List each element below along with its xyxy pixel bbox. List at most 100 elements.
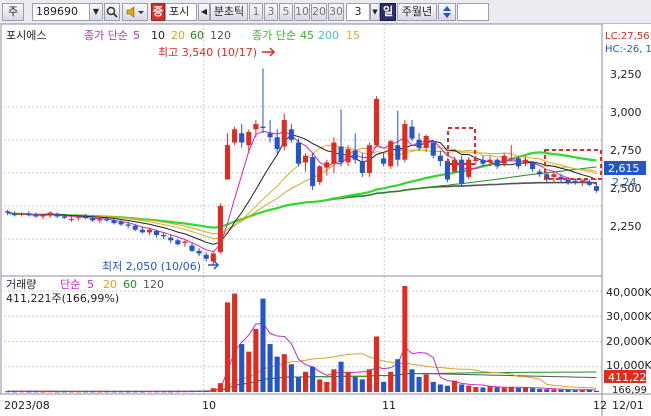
volume-bar bbox=[451, 380, 458, 392]
period-button-3[interactable]: 3 bbox=[264, 3, 278, 21]
candle-body bbox=[381, 158, 387, 164]
ma2-legend-label: 종가 단순 bbox=[252, 29, 296, 42]
interval-select[interactable]: 3 bbox=[346, 3, 370, 21]
search-icon bbox=[106, 6, 118, 18]
volume-bar bbox=[508, 386, 514, 392]
candle-body bbox=[494, 159, 500, 167]
prev-button[interactable]: ◀ bbox=[198, 3, 210, 21]
candle-body bbox=[189, 245, 195, 251]
candle-body bbox=[175, 240, 181, 245]
period-label-3: 3 bbox=[267, 5, 275, 18]
code-dropdown-button[interactable]: ▼ bbox=[89, 3, 103, 21]
volume-bar bbox=[19, 391, 25, 393]
candle-body bbox=[324, 162, 330, 168]
volume-ma-120: 120 bbox=[143, 278, 164, 291]
ma2-period-200: 200 bbox=[318, 29, 339, 42]
lc-label: LC:27,56 bbox=[605, 31, 650, 42]
candle-body bbox=[104, 219, 110, 221]
volume-bar bbox=[558, 389, 564, 392]
candle-body bbox=[33, 215, 39, 217]
candle-body bbox=[537, 171, 543, 175]
volume-bar bbox=[47, 391, 53, 393]
margin-flag-label: 증 bbox=[152, 5, 164, 18]
hc-label: HC:-26, 1 bbox=[605, 44, 651, 55]
stock-name-legend: 포시에스 bbox=[6, 29, 46, 42]
volume-bar bbox=[473, 386, 479, 392]
volume-bar bbox=[168, 391, 174, 393]
updown-button[interactable] bbox=[438, 3, 456, 21]
volume-bar bbox=[210, 388, 216, 392]
ma-legend-label: 종가 단순 bbox=[84, 29, 128, 42]
vol-tick-30000: 30,000K bbox=[606, 310, 651, 323]
volume-bar bbox=[565, 389, 571, 392]
volume-bar bbox=[373, 336, 380, 392]
volume-bar bbox=[267, 344, 273, 392]
candle-body bbox=[466, 159, 472, 177]
volume-bar bbox=[246, 351, 252, 392]
low-annotation: 최저 2,050 (10/06) bbox=[102, 260, 201, 273]
period-button-5[interactable]: 5 bbox=[279, 3, 293, 21]
candle-body bbox=[210, 253, 216, 262]
daily-label: 일 bbox=[382, 5, 394, 18]
stock-code-value: 189690 bbox=[36, 5, 78, 18]
period-unit-button[interactable]: 분초틱 bbox=[210, 3, 248, 21]
high-annotation: 최고 3,540 (10/17) bbox=[158, 46, 257, 59]
ma-period-5: 5 bbox=[133, 29, 140, 42]
volume-bar bbox=[68, 391, 74, 393]
volume-bar bbox=[593, 390, 600, 392]
volume-bar bbox=[139, 391, 145, 393]
sound-button[interactable] bbox=[122, 3, 148, 21]
candle-body bbox=[352, 150, 358, 160]
search-button[interactable] bbox=[104, 3, 120, 21]
period-label-1: 1 bbox=[252, 5, 260, 18]
candle-body bbox=[111, 220, 117, 224]
volume-bar bbox=[12, 391, 18, 393]
extra-input[interactable] bbox=[457, 3, 489, 21]
market-select[interactable]: 주 bbox=[2, 3, 24, 21]
candle-body bbox=[146, 229, 153, 233]
candle-body bbox=[253, 124, 259, 130]
ma-period-60: 60 bbox=[190, 29, 204, 42]
volume-bar bbox=[302, 371, 309, 392]
volume-bar bbox=[338, 361, 344, 392]
week-month-year-button[interactable]: 주월년 bbox=[397, 3, 437, 21]
interval-dropdown-button[interactable]: ▼ bbox=[370, 3, 380, 21]
volume-bar bbox=[352, 376, 358, 392]
volume-bar bbox=[288, 364, 294, 392]
ma2-period-15: 15 bbox=[346, 29, 360, 42]
volume-bar bbox=[40, 391, 46, 393]
candle-body bbox=[508, 158, 514, 160]
period-button-10[interactable]: 10 bbox=[294, 3, 310, 21]
vol-tick-40000: 40,000K bbox=[606, 286, 651, 299]
candle-body bbox=[232, 129, 238, 143]
candle-body bbox=[90, 217, 96, 221]
volume-bar bbox=[459, 384, 465, 392]
y-tick-2750: 2,750 bbox=[610, 144, 642, 157]
period-button-30[interactable]: 30 bbox=[328, 3, 344, 21]
volume-bar bbox=[395, 359, 401, 392]
y-tick-3000: 3,000 bbox=[610, 106, 642, 119]
stock-code-input[interactable]: 189690 bbox=[32, 3, 90, 21]
candle-body bbox=[302, 155, 309, 163]
volume-bar bbox=[274, 356, 280, 392]
vol-tick-20000: 20,000K bbox=[606, 335, 651, 348]
period-button-20[interactable]: 20 bbox=[311, 3, 327, 21]
candle-body bbox=[267, 133, 273, 138]
volume-bar bbox=[537, 388, 543, 392]
candle-body bbox=[593, 186, 600, 191]
x-label-10: 10 bbox=[202, 399, 216, 412]
candle-body bbox=[97, 219, 103, 221]
daily-button[interactable]: 일 bbox=[380, 3, 396, 21]
period-label-20: 20 bbox=[312, 5, 326, 18]
volume-bar bbox=[224, 302, 231, 392]
candle-body bbox=[444, 161, 451, 180]
volume-bar bbox=[522, 387, 529, 392]
candle-body bbox=[437, 155, 443, 162]
volume-bar bbox=[381, 381, 387, 392]
candle-body bbox=[331, 142, 337, 164]
volume-bar bbox=[466, 385, 472, 392]
volume-bar bbox=[444, 385, 451, 392]
stock-name-field: 포시 bbox=[165, 3, 197, 21]
volume-bar bbox=[388, 371, 394, 392]
period-button-1[interactable]: 1 bbox=[249, 3, 263, 21]
